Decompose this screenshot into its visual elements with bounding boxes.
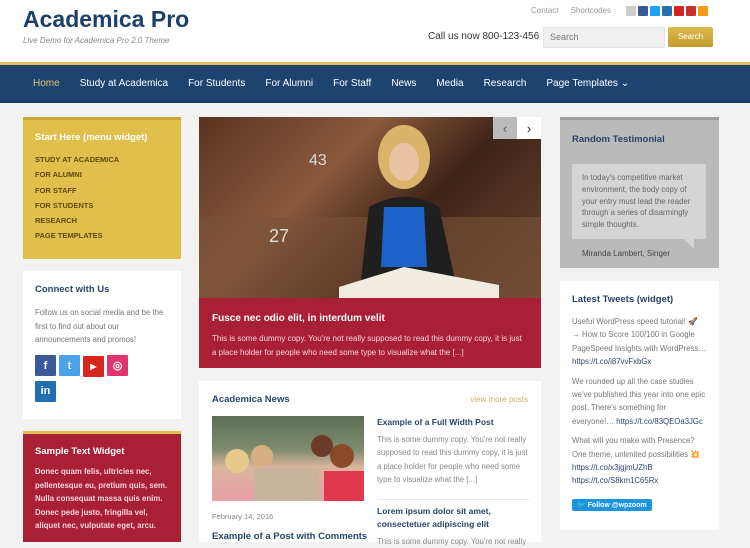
menu-widget-item[interactable]: FOR STAFF [35, 183, 169, 198]
tweet: Useful WordPress speed tutorial! 🚀 → How… [572, 315, 707, 369]
header-social-icons [626, 6, 708, 16]
news-widget: Academica News view more posts February … [199, 381, 541, 546]
nav-item[interactable]: Study at Academica [80, 78, 168, 89]
nav-item[interactable]: Page Templates ⌄ [546, 78, 629, 89]
twitter-icon[interactable] [650, 6, 660, 16]
menu-widget-item[interactable]: RESEARCH [35, 213, 169, 228]
tweet-link[interactable]: https://t.co/i87vvFxbGx [572, 357, 651, 366]
widget-title: Latest Tweets (widget) [572, 294, 674, 305]
widget-text: Follow us on social media and be the fir… [35, 308, 164, 344]
facebook-icon[interactable] [638, 6, 648, 16]
tweet: What will you make with Presence? One th… [572, 434, 707, 488]
tweet-text: What will you make with Presence? One th… [572, 436, 701, 459]
linkedin-icon[interactable]: in [35, 380, 56, 402]
testimonial-author: Miranda Lambert, Singer [582, 249, 671, 258]
contact-link[interactable]: Contact [531, 6, 559, 15]
widget-title: Random Testimonial [572, 134, 665, 145]
nav-item[interactable]: Media [436, 78, 463, 89]
facebook-icon[interactable]: f [35, 355, 56, 376]
view-more-link[interactable]: view more posts [470, 395, 528, 404]
main-nav: Home Study at Academica For Students For Al… [0, 65, 750, 103]
menu-widget-item[interactable]: STUDY AT ACADEMICA [35, 152, 169, 167]
text-widget: Sample Text Widget Donec quam felis, ult… [23, 431, 181, 542]
top-links: Contact Shortcodes [531, 6, 611, 15]
post-title[interactable]: Example of a Full Width Post [377, 416, 529, 429]
nav-item[interactable]: News [391, 78, 416, 89]
featured-post-image[interactable] [212, 416, 364, 501]
slider-caption: Fusce nec odio elit, in interdum velit T… [199, 298, 541, 368]
call-us-text: Call us now 800-123-456 [428, 31, 540, 42]
tweets-widget: Latest Tweets (widget) Useful WordPress … [560, 281, 719, 530]
slide-title[interactable]: Fusce nec odio elit, in interdum velit [212, 313, 528, 324]
children-laptop-photo [225, 435, 364, 501]
svg-text:27: 27 [269, 226, 289, 246]
slider-arrows: ‹ › [493, 117, 541, 139]
widget-title: Start Here (menu widget) [35, 132, 148, 143]
next-arrow-icon[interactable]: › [517, 117, 541, 139]
news-post: Example of a Full Width Post This is som… [377, 416, 529, 487]
widget-text: Donec quam felis, ultricies nec, pellent… [35, 467, 168, 530]
search-input[interactable]: Search [543, 27, 665, 48]
youtube-icon[interactable] [686, 6, 696, 16]
vimeo-icon[interactable] [662, 6, 672, 16]
student-reading-photo: 43 27 [199, 125, 541, 298]
testimonial-widget: Random Testimonial In today's competitiv… [560, 117, 719, 268]
instagram-icon[interactable]: ◎ [107, 354, 128, 376]
testimonial-quote: In today's competitive market environmen… [572, 164, 706, 249]
nav-item[interactable]: Home [33, 78, 60, 89]
connect-widget: Connect with Us Follow us on social medi… [23, 271, 181, 419]
youtube-icon[interactable]: ▶ [83, 355, 104, 377]
tweet-text: Useful WordPress speed tutorial! 🚀 → How… [572, 317, 707, 353]
email-icon[interactable] [626, 6, 636, 16]
featured-post-title[interactable]: Example of a Post with Comments [212, 531, 367, 542]
widget-title: Connect with Us [35, 284, 110, 295]
site-logo[interactable]: Academica Pro [23, 6, 189, 33]
search-button[interactable]: Search [668, 27, 713, 47]
widget-title: Sample Text Widget [35, 446, 125, 457]
yelp-icon[interactable] [674, 6, 684, 16]
tweet-link[interactable]: https://t.co/x3jgjmUZhB https://t.co/S8k… [572, 463, 658, 485]
twitter-icon[interactable]: t [59, 355, 80, 376]
tweet-link[interactable]: https://t.co/83QEOa3JGc [616, 417, 703, 426]
menu-widget-item[interactable]: PAGE TEMPLATES [35, 228, 169, 243]
svg-text:43: 43 [309, 152, 327, 169]
shortcodes-link[interactable]: Shortcodes [571, 6, 611, 15]
slide-excerpt: This is some dummy copy. You're not real… [212, 334, 522, 357]
site-tagline: Live Demo for Academica Pro 2.0 Theme [23, 36, 170, 45]
news-post: Lorem ipsum dolor sit amet, consectetuer… [377, 499, 529, 548]
prev-arrow-icon[interactable]: ‹ [493, 117, 517, 139]
follow-button[interactable]: 🐦 Follow @wpzoom [572, 498, 652, 511]
post-excerpt: This is some dummy copy. You're not real… [377, 435, 528, 485]
nav-item[interactable]: For Alumni [265, 78, 313, 89]
post-date: February 14, 2016 [212, 512, 274, 521]
nav-item[interactable]: For Students [188, 78, 245, 89]
nav-item[interactable]: For Staff [333, 78, 371, 89]
menu-widget-item[interactable]: FOR ALUMNI [35, 167, 169, 182]
post-title[interactable]: Lorem ipsum dolor sit amet, consectetuer… [377, 505, 529, 531]
nav-item[interactable]: Research [484, 78, 527, 89]
slider-image[interactable]: 43 27 [199, 117, 541, 298]
menu-widget: Start Here (menu widget) STUDY AT ACADEM… [23, 117, 181, 259]
tweet: We rounded up all the case studies we've… [572, 375, 707, 429]
rss-icon[interactable] [698, 6, 708, 16]
menu-widget-item[interactable]: FOR STUDENTS [35, 198, 169, 213]
